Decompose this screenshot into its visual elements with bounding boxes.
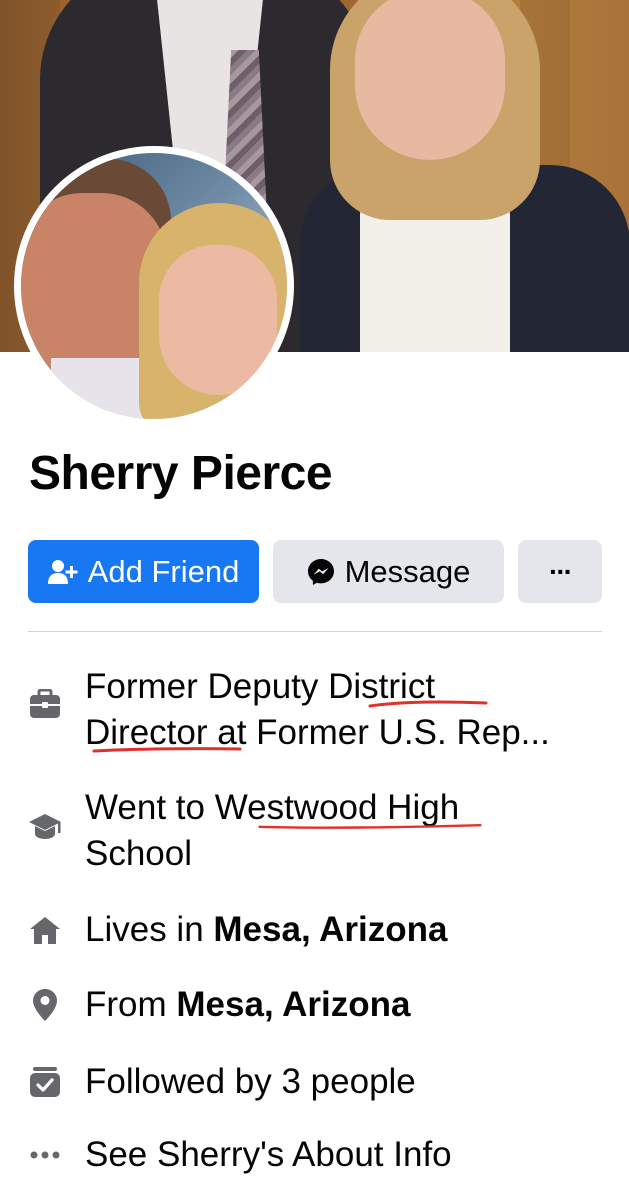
woman-face	[159, 245, 277, 395]
intro-followers-text: Followed by 3 people	[85, 1062, 416, 1101]
home-icon	[27, 912, 63, 948]
intro-about-link[interactable]: See Sherry's About Info	[0, 1132, 629, 1178]
work-line-1: Former Deputy District	[85, 667, 436, 706]
lives-in-place[interactable]: Mesa, Arizona	[213, 910, 447, 949]
message-label: Message	[344, 553, 471, 589]
intro-education-text: Went to Westwood High School	[85, 785, 615, 877]
more-icon: ···	[549, 555, 573, 587]
add-friend-button[interactable]: Add Friend	[28, 540, 259, 603]
education-line-1: Went to Westwood High	[85, 788, 460, 827]
intro-lives-in[interactable]: Lives in Mesa, Arizona	[0, 907, 629, 953]
add-friend-label: Add Friend	[87, 553, 240, 589]
add-friend-icon	[47, 559, 78, 584]
from-prefix: From	[85, 985, 167, 1024]
profile-picture-image	[21, 153, 287, 419]
graduation-cap-icon	[27, 809, 63, 845]
profile-actions: Add Friend Message ···	[28, 540, 602, 603]
profile-picture[interactable]	[14, 146, 294, 426]
intro-about-text: See Sherry's About Info	[85, 1135, 452, 1174]
briefcase-icon	[27, 686, 63, 722]
intro-from[interactable]: From Mesa, Arizona	[0, 982, 629, 1028]
ellipsis-icon	[27, 1137, 63, 1173]
work-line-2: Director at Former U.S. Rep...	[85, 713, 550, 752]
message-button[interactable]: Message	[273, 540, 504, 603]
intro-from-text: From Mesa, Arizona	[85, 982, 615, 1028]
location-pin-icon	[27, 987, 63, 1023]
education-line-2: School	[85, 834, 193, 873]
woman-face	[355, 0, 505, 160]
intro-education[interactable]: Went to Westwood High School	[0, 785, 629, 879]
intro-work[interactable]: Former Deputy District Director at Forme…	[0, 664, 629, 758]
from-place[interactable]: Mesa, Arizona	[176, 985, 410, 1024]
followers-icon	[27, 1064, 63, 1100]
profile-name: Sherry Pierce	[29, 447, 333, 500]
more-options-button[interactable]: ···	[518, 540, 602, 603]
intro-lives-in-text: Lives in Mesa, Arizona	[85, 907, 615, 953]
intro-work-text: Former Deputy District Director at Forme…	[85, 664, 615, 756]
messenger-icon	[307, 558, 334, 585]
lives-in-prefix: Lives in	[85, 910, 204, 949]
intro-followers[interactable]: Followed by 3 people	[0, 1059, 629, 1105]
divider	[28, 631, 602, 632]
